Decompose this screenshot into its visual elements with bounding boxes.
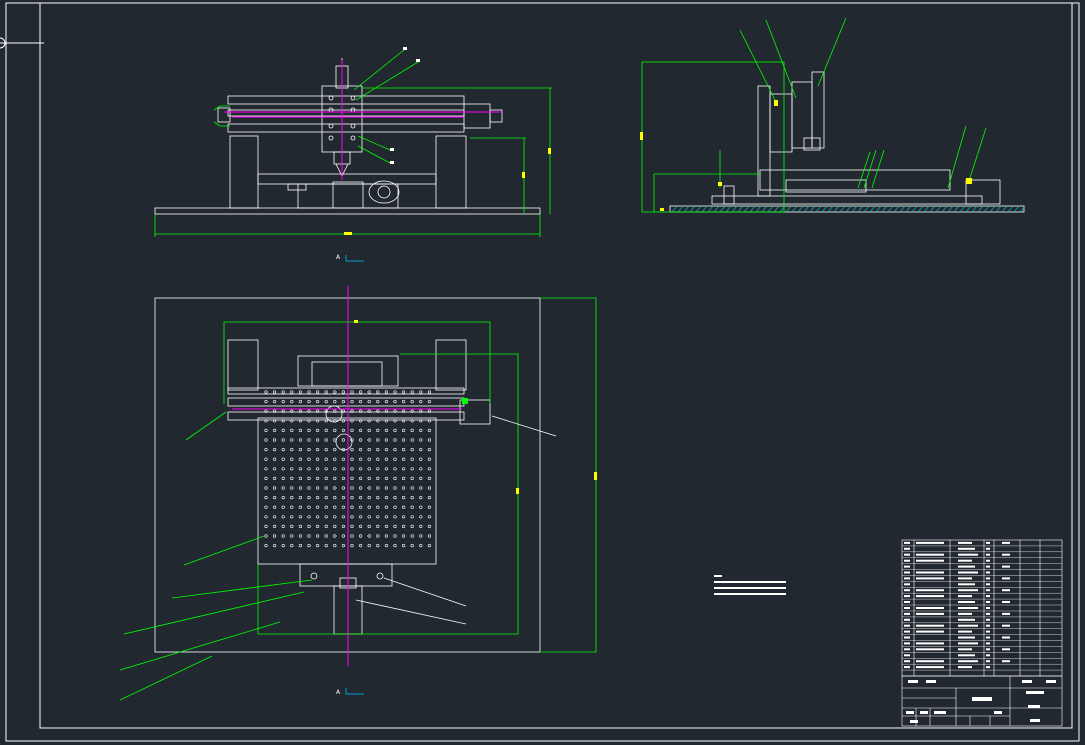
note-line [714, 575, 722, 577]
note-line [714, 593, 786, 595]
drawing-background [0, 0, 1085, 745]
note-line [714, 581, 786, 583]
note-line [714, 587, 786, 589]
cad-drawing-canvas[interactable]: A A [0, 0, 1085, 745]
